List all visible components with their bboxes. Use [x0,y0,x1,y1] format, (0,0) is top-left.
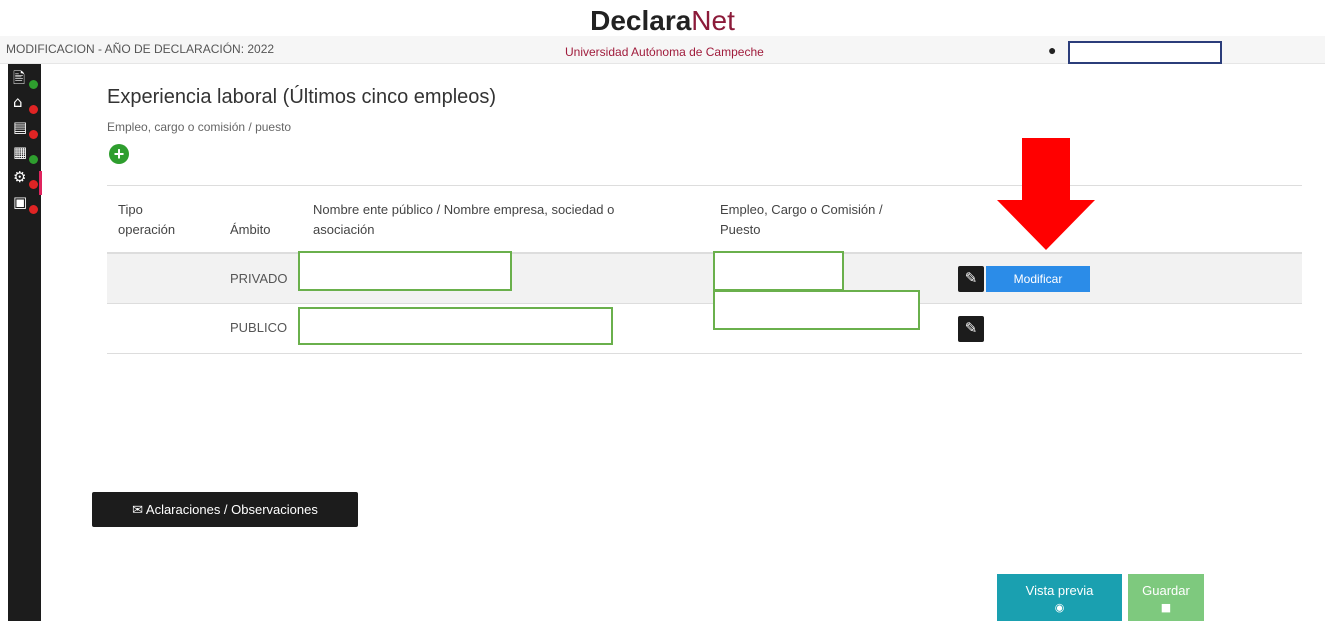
status-complete-icon [29,155,38,164]
sidebar-item-income[interactable]: ▣ [11,193,38,215]
table-row: PRIVADO ✎ Modificar [107,251,1302,304]
status-complete-icon [29,80,38,89]
declaranet-logo: DeclaraNet [0,6,1325,36]
redacted-nombre [298,307,613,345]
edit-icon[interactable]: ✎ [958,266,984,292]
user-name-redacted [1068,41,1222,64]
table-row: PUBLICO ✎ [107,290,1302,354]
guardar-label: Guardar [1142,583,1190,598]
header-tipo-operacion: Tipo operación [118,202,176,237]
vista-previa-button[interactable]: Vista previa ◉ [997,574,1122,621]
edit-icon[interactable]: ✎ [958,316,984,342]
work-experience-icon: ⚙ [13,168,27,186]
redacted-empleo [713,251,844,291]
sub-header: MODIFICACION - AÑO DE DECLARACIÓN: 2022 … [0,36,1325,64]
sidebar-item-home[interactable]: ⌂ [11,93,38,115]
save-icon: ■ [1160,601,1172,614]
header-nombre: Nombre ente público / Nombre empresa, so… [313,202,615,237]
header-ambito: Ámbito [230,222,271,237]
income-icon: ▣ [13,193,28,211]
logo-light: Net [691,5,735,36]
row-ambito: PRIVADO [230,271,288,286]
home-icon: ⌂ [13,93,23,111]
row-ambito: PUBLICO [230,320,288,335]
experience-table: Tipo operación Ámbito Nombre ente públic… [107,185,1302,354]
personal-data-icon: 🖹 [13,69,26,87]
building-icon: ▦ [13,143,28,161]
logo-bold: Declara [590,5,692,36]
sidebar-item-work-experience[interactable]: ⚙ [11,168,38,190]
section-subtitle: Empleo, cargo o comisión / puesto [107,120,292,134]
plus-circle-icon[interactable]: + [109,144,129,164]
header-empleo: Empleo, Cargo o Comisión / Puesto [720,202,883,237]
sidebar-item-document[interactable]: ▤ [11,118,38,140]
sidebar-item-building[interactable]: ▦ [11,143,38,165]
status-incomplete-icon [29,105,38,114]
status-incomplete-icon [29,205,38,214]
sidebar: 🖹 ⌂ ▤ ▦ ⚙ ▣ [8,64,42,621]
table-header: Tipo operación Ámbito Nombre ente públic… [107,186,1302,254]
red-arrow-annotation [997,138,1095,250]
institution-name: Universidad Autónoma de Campeche [565,45,764,59]
declaration-type: MODIFICACION - AÑO DE DECLARACIÓN: 2022 [6,42,275,56]
document-icon: ▤ [13,118,28,136]
user-circle-icon[interactable]: ● [1048,42,1056,58]
sidebar-item-personal-data[interactable]: 🖹 [11,68,38,90]
eye-icon: ◉ [1054,601,1065,614]
vista-previa-label: Vista previa [1025,583,1094,598]
status-incomplete-icon [29,130,38,139]
sidebar-active-indicator [39,171,42,195]
aclaraciones-button[interactable]: ✉ Aclaraciones / Observaciones [92,492,358,527]
guardar-button[interactable]: Guardar ■ [1128,574,1204,621]
redacted-empleo [713,290,920,330]
status-incomplete-icon [29,180,38,189]
page-title: Experiencia laboral (Últimos cinco emple… [107,86,497,108]
redacted-nombre [298,251,512,291]
modificar-button[interactable]: Modificar [986,266,1090,292]
